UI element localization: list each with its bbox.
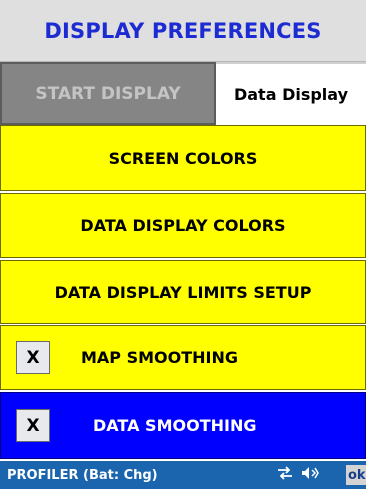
status-bar: PROFILER (Bat: Chg) ok	[0, 461, 366, 489]
tab-start-display-label: START DISPLAY	[35, 83, 181, 104]
data-display-colors-label: DATA DISPLAY COLORS	[80, 216, 286, 235]
map-smoothing-row[interactable]: X MAP SMOOTHING	[0, 325, 366, 390]
data-smoothing-checkbox[interactable]: X	[16, 409, 50, 442]
data-smoothing-label: DATA SMOOTHING	[93, 416, 257, 435]
data-display-limits-setup-button[interactable]: DATA DISPLAY LIMITS SETUP	[0, 260, 366, 324]
data-display-colors-button[interactable]: DATA DISPLAY COLORS	[0, 193, 366, 258]
page-title-text: DISPLAY PREFERENCES	[44, 18, 322, 43]
connectivity-icon[interactable]	[276, 466, 294, 484]
map-smoothing-checkbox[interactable]: X	[16, 341, 50, 374]
tab-start-display[interactable]: START DISPLAY	[0, 62, 216, 125]
data-smoothing-check-mark: X	[26, 415, 40, 436]
map-smoothing-check-mark: X	[26, 347, 40, 368]
tab-bar: START DISPLAY Data Display	[0, 62, 366, 125]
data-smoothing-row[interactable]: X DATA SMOOTHING	[0, 392, 366, 459]
ok-button[interactable]: ok	[346, 465, 366, 485]
volume-icon[interactable]	[301, 466, 319, 484]
page-title: DISPLAY PREFERENCES	[0, 0, 366, 62]
tab-data-display-label: Data Display	[233, 85, 349, 104]
map-smoothing-label: MAP SMOOTHING	[81, 348, 239, 367]
status-text: PROFILER (Bat: Chg)	[7, 467, 158, 483]
screen-colors-label: SCREEN COLORS	[108, 148, 258, 168]
tab-data-display[interactable]: Data Display	[216, 62, 366, 125]
ok-button-label: ok	[348, 467, 366, 483]
data-display-limits-setup-label: DATA DISPLAY LIMITS SETUP	[54, 282, 312, 302]
status-icons	[276, 461, 319, 489]
screen-colors-button[interactable]: SCREEN COLORS	[0, 125, 366, 191]
